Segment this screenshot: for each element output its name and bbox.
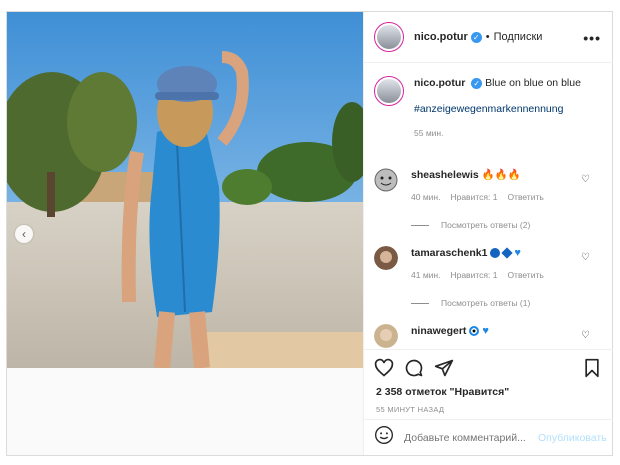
verified-badge-icon: ✓ [471, 77, 483, 89]
comment-emoji-blue-circle [490, 248, 501, 259]
photo-image [7, 12, 363, 368]
caption-avatar[interactable] [374, 76, 404, 106]
comment-time[interactable]: 41 мин. [411, 268, 440, 282]
verified-badge-icon: ✓ [470, 31, 482, 43]
comment-emoji-blue-heart: ♥ [479, 325, 489, 337]
share-icon[interactable] [434, 358, 454, 383]
caption-text: Blue on blue on blue [485, 77, 581, 89]
post-caption: nico.potur ✓ Blue on blue on blue #anzei… [374, 76, 604, 140]
caption-username[interactable]: nico.potur [414, 77, 465, 89]
comment-emoji-blue-heart: ♥ [514, 247, 521, 259]
publish-button[interactable]: Опубликовать [538, 432, 607, 444]
reply-button[interactable]: Ответить [507, 190, 543, 204]
post-media: ‹ [7, 12, 363, 455]
comment-like-heart-icon[interactable]: ♡ [581, 330, 590, 341]
comment-time[interactable]: 40 мин. [411, 190, 440, 204]
caption-hashtag[interactable]: #anzeigewegenmarkennennung [414, 102, 581, 116]
comment-emoji-blue-diamond [501, 247, 514, 259]
emoji-icon[interactable] [374, 425, 394, 450]
comment-username[interactable]: ninawegert [411, 325, 466, 337]
author-avatar[interactable] [374, 22, 404, 52]
comment-username[interactable]: tamaraschenk1 [411, 247, 487, 259]
bookmark-icon[interactable] [583, 358, 601, 383]
follow-button[interactable]: Подписки [494, 31, 543, 43]
author-username[interactable]: nico.potur [414, 31, 468, 43]
comment-item: sheashelewis 🔥🔥🔥 40 мин. Нравится: 1 Отв… [374, 168, 604, 232]
post-sidebar: nico.potur ✓ • Подписки ••• nico.potur ✓… [363, 12, 613, 455]
comments-list: nico.potur ✓ Blue on blue on blue #anzei… [364, 64, 613, 349]
separator: • [485, 31, 490, 43]
comment-input[interactable] [404, 431, 534, 444]
view-replies-button[interactable]: Посмотреть ответы (2) [411, 218, 581, 232]
comment-likes[interactable]: Нравится: 1 [450, 268, 497, 282]
comment-avatar[interactable] [374, 324, 398, 348]
post-actions: 2 358 отметок "Нравится" 55 МИНУТ НАЗАД [364, 349, 613, 419]
media-background [7, 368, 363, 455]
comment-text: 🔥🔥🔥 [481, 169, 521, 181]
post-header: nico.potur ✓ • Подписки ••• [364, 12, 613, 63]
heart-icon[interactable] [374, 358, 394, 383]
comment-icon[interactable] [404, 358, 424, 383]
post-photo[interactable] [7, 12, 363, 368]
comment-item: tamaraschenk1 ♥ 41 мин. Нравится: 1 Отве… [374, 246, 604, 310]
comment-username[interactable]: sheashelewis [411, 169, 479, 181]
comment-emoji-nazar [469, 326, 480, 337]
more-options-icon[interactable]: ••• [583, 30, 601, 46]
add-comment-bar: Опубликовать [364, 419, 613, 455]
comment-avatar[interactable] [374, 168, 398, 192]
comment-like-heart-icon[interactable]: ♡ [581, 252, 590, 263]
reply-button[interactable]: Ответить [507, 268, 543, 282]
comment-likes[interactable]: Нравится: 1 [450, 190, 497, 204]
caption-time[interactable]: 55 мин. [414, 126, 581, 140]
likes-count[interactable]: 2 358 отметок "Нравится" [376, 386, 509, 398]
comment-like-heart-icon[interactable]: ♡ [581, 174, 590, 185]
comment-avatar[interactable] [374, 246, 398, 270]
comment-item: ninawegert ♥ ♡ [374, 324, 604, 348]
instagram-post: ‹ nico.potur ✓ • Подписки ••• nico.potur… [6, 11, 613, 456]
post-timestamp[interactable]: 55 МИНУТ НАЗАД [376, 405, 444, 414]
view-replies-button[interactable]: Посмотреть ответы (1) [411, 296, 581, 310]
carousel-prev-button[interactable]: ‹ [15, 225, 33, 243]
